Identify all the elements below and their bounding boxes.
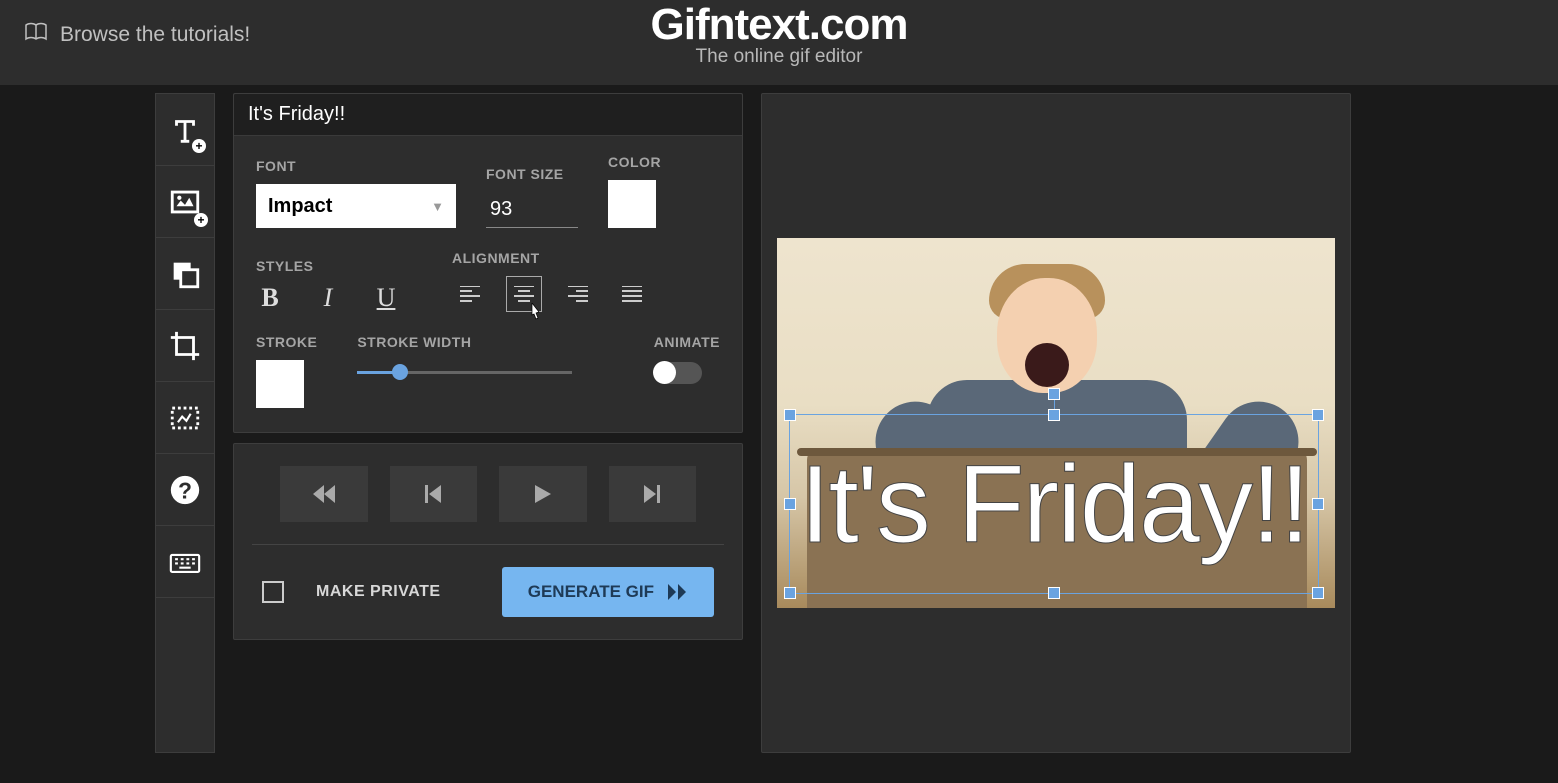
- color-label: COLOR: [608, 154, 661, 170]
- svg-text:?: ?: [178, 477, 192, 503]
- font-size-label: FONT SIZE: [486, 166, 578, 182]
- resize-handle[interactable]: [785, 499, 795, 509]
- font-select[interactable]: Impact ▼: [256, 184, 456, 228]
- stroke-field: STROKE: [256, 334, 317, 408]
- align-left-button[interactable]: [452, 276, 488, 312]
- rewind-button[interactable]: [280, 466, 368, 522]
- divider: [252, 544, 724, 545]
- font-label: FONT: [256, 158, 456, 174]
- underline-button[interactable]: U: [372, 284, 400, 312]
- animate-field: ANIMATE: [654, 334, 720, 384]
- cursor-pointer-icon: [527, 303, 543, 323]
- font-size-input[interactable]: [486, 192, 578, 228]
- add-text-tool[interactable]: [156, 94, 214, 166]
- browse-tutorials-link[interactable]: Browse the tutorials!: [24, 22, 250, 48]
- color-swatch[interactable]: [608, 180, 656, 228]
- add-image-tool[interactable]: [156, 166, 214, 238]
- stroke-width-label: STROKE WIDTH: [357, 334, 572, 350]
- tutorials-label: Browse the tutorials!: [60, 23, 250, 47]
- font-size-field: FONT SIZE: [486, 166, 578, 228]
- italic-button[interactable]: I: [314, 284, 342, 312]
- plus-icon: [194, 213, 208, 227]
- prev-frame-button[interactable]: [390, 466, 478, 522]
- alignment-field: ALIGNMENT: [452, 250, 650, 312]
- resize-handle[interactable]: [1049, 588, 1059, 598]
- make-private-label: MAKE PRIVATE: [316, 583, 441, 601]
- keyboard-tool[interactable]: [156, 526, 214, 598]
- help-tool[interactable]: ?: [156, 454, 214, 526]
- animate-toggle[interactable]: [654, 362, 702, 384]
- styles-field: STYLES B I U: [256, 258, 400, 312]
- caption-selection-box[interactable]: It's Friday!!: [789, 414, 1319, 594]
- align-right-button[interactable]: [560, 276, 596, 312]
- site-logo: Gifntext.com The online gif editor: [651, 0, 908, 68]
- stroke-swatch[interactable]: [256, 360, 304, 408]
- make-private-checkbox[interactable]: [262, 581, 284, 603]
- stroke-width-slider[interactable]: [357, 362, 572, 382]
- plus-icon: [192, 139, 206, 153]
- bold-button[interactable]: B: [256, 284, 284, 312]
- align-justify-button[interactable]: [614, 276, 650, 312]
- text-properties-panel: It's Friday!! FONT Impact ▼ FONT SIZE: [233, 93, 743, 433]
- crop-tool[interactable]: [156, 310, 214, 382]
- caption-text-input[interactable]: It's Friday!!: [234, 94, 742, 136]
- align-center-button[interactable]: [506, 276, 542, 312]
- generate-gif-label: GENERATE GIF: [528, 582, 654, 602]
- canvas-size-tool[interactable]: [156, 382, 214, 454]
- font-value: Impact: [268, 195, 332, 218]
- resize-handle[interactable]: [785, 410, 795, 420]
- next-frame-button[interactable]: [609, 466, 697, 522]
- stroke-width-field: STROKE WIDTH: [357, 334, 572, 382]
- layers-tool[interactable]: [156, 238, 214, 310]
- styles-label: STYLES: [256, 258, 400, 274]
- generate-gif-button[interactable]: GENERATE GIF: [502, 567, 714, 617]
- topbar: Browse the tutorials! Gifntext.com The o…: [0, 0, 1558, 85]
- resize-handle[interactable]: [1313, 410, 1323, 420]
- stroke-label: STROKE: [256, 334, 317, 350]
- double-chevron-icon: [668, 584, 688, 600]
- alignment-label: ALIGNMENT: [452, 250, 650, 266]
- caption-text-value: It's Friday!!: [248, 103, 345, 126]
- resize-handle[interactable]: [785, 588, 795, 598]
- play-button[interactable]: [499, 466, 587, 522]
- color-field: COLOR: [608, 154, 661, 228]
- resize-handle[interactable]: [1313, 499, 1323, 509]
- playback-panel: MAKE PRIVATE GENERATE GIF: [233, 443, 743, 640]
- font-field: FONT Impact ▼: [256, 158, 456, 228]
- canvas-panel: It's Friday!!: [761, 93, 1351, 753]
- resize-handle[interactable]: [1049, 410, 1059, 420]
- animate-label: ANIMATE: [654, 334, 720, 350]
- canvas-caption-text: It's Friday!!: [800, 455, 1308, 554]
- gif-canvas[interactable]: It's Friday!!: [777, 238, 1335, 608]
- rotate-handle[interactable]: [1049, 389, 1059, 399]
- chevron-down-icon: ▼: [431, 199, 444, 214]
- book-icon: [24, 22, 48, 48]
- site-title: Gifntext.com: [651, 0, 908, 50]
- resize-handle[interactable]: [1313, 588, 1323, 598]
- toolbar: ?: [155, 93, 215, 753]
